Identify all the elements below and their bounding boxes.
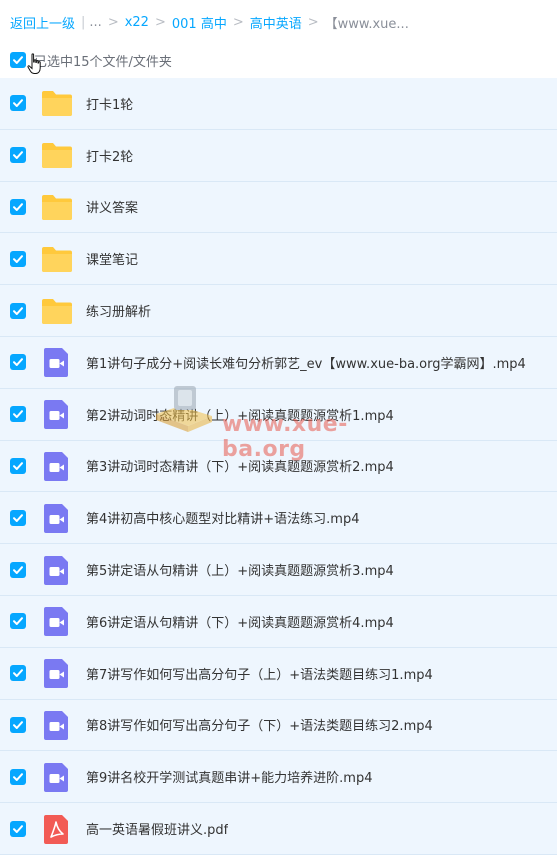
- row-checkbox[interactable]: [10, 147, 26, 164]
- folder-icon: [40, 86, 74, 120]
- breadcrumb-separator: >: [307, 14, 319, 30]
- check-icon: [13, 617, 23, 626]
- folder-icon: [40, 190, 74, 224]
- selection-count-label: 已选中15个文件/文件夹: [34, 54, 172, 70]
- check-icon: [13, 513, 23, 522]
- video-file-icon: [40, 397, 74, 431]
- breadcrumb-separator: >: [232, 14, 244, 30]
- file-row[interactable]: 打卡2轮: [0, 129, 557, 182]
- file-name[interactable]: 第5讲定语从句精讲（上）+阅读真题题源赏析3.mp4: [86, 560, 394, 579]
- check-icon: [13, 306, 23, 315]
- row-checkbox[interactable]: [10, 768, 26, 785]
- select-all-checkbox[interactable]: [10, 52, 26, 68]
- pdf-file-icon: [40, 812, 74, 846]
- file-name[interactable]: 第6讲定语从句精讲（下）+阅读真题题源赏析4.mp4: [86, 612, 394, 631]
- file-row[interactable]: 打卡1轮: [0, 78, 557, 130]
- check-icon: [13, 824, 23, 833]
- breadcrumb-item-x22[interactable]: x22: [125, 15, 149, 30]
- video-file-icon: [40, 656, 74, 690]
- folder-icon: [40, 294, 74, 328]
- video-file-icon: [40, 760, 74, 794]
- file-name[interactable]: 第2讲动词时态精讲（上）+阅读真题题源赏析1.mp4: [86, 405, 394, 424]
- file-name[interactable]: 讲义答案: [86, 197, 138, 216]
- check-icon: [13, 203, 23, 211]
- check-icon: [13, 772, 23, 781]
- video-file-icon: [40, 708, 74, 742]
- breadcrumb-item-current: 【www.xue...: [324, 16, 409, 32]
- row-checkbox[interactable]: [10, 509, 26, 526]
- row-checkbox[interactable]: [10, 354, 26, 371]
- file-row[interactable]: 第6讲定语从句精讲（下）+阅读真题题源赏析4.mp4: [0, 595, 557, 648]
- file-name[interactable]: 课堂笔记: [86, 249, 138, 268]
- video-file-icon: [40, 449, 74, 483]
- breadcrumb-separator: >: [154, 14, 166, 30]
- file-row[interactable]: 第7讲写作如何写出高分句子（上）+语法类题目练习1.mp4: [0, 647, 557, 700]
- check-icon: [13, 99, 23, 108]
- video-file-icon: [40, 553, 74, 587]
- row-checkbox[interactable]: [10, 820, 26, 837]
- file-row[interactable]: 第2讲动词时态精讲（上）+阅读真题题源赏析1.mp4: [0, 388, 557, 441]
- check-icon: [13, 565, 23, 574]
- video-file-icon: [40, 501, 74, 535]
- row-checkbox[interactable]: [10, 406, 26, 423]
- check-icon: [13, 358, 23, 367]
- file-row[interactable]: 第9讲名校开学测试真题串讲+能力培养进阶.mp4: [0, 751, 557, 804]
- file-row[interactable]: 第5讲定语从句精讲（上）+阅读真题题源赏析3.mp4: [0, 544, 557, 596]
- file-name[interactable]: 高一英语暑假班讲义.pdf: [86, 819, 228, 838]
- row-checkbox[interactable]: [10, 665, 26, 682]
- row-checkbox[interactable]: [10, 250, 26, 267]
- row-checkbox[interactable]: [10, 198, 26, 215]
- file-name[interactable]: 打卡2轮: [86, 146, 133, 165]
- row-checkbox[interactable]: [10, 302, 26, 319]
- row-checkbox[interactable]: [10, 613, 26, 630]
- selection-bar: 已选中15个文件/文件夹: [0, 44, 557, 76]
- breadcrumb-divider: |: [81, 14, 86, 30]
- file-name[interactable]: 第7讲写作如何写出高分句子（上）+语法类题目练习1.mp4: [86, 664, 433, 683]
- breadcrumb-item-english[interactable]: 高中英语: [250, 13, 302, 32]
- folder-icon: [40, 242, 74, 276]
- row-checkbox[interactable]: [10, 457, 26, 474]
- file-name[interactable]: 打卡1轮: [86, 94, 133, 113]
- hand-cursor-icon: [27, 53, 41, 74]
- file-row[interactable]: 第4讲初高中核心题型对比精讲+语法练习.mp4: [0, 492, 557, 545]
- breadcrumb-separator: >: [107, 14, 119, 30]
- file-list: 打卡1轮打卡2轮讲义答案课堂笔记练习册解析第1讲句子成分+阅读长难句分析郭艺_e…: [0, 78, 557, 855]
- file-name[interactable]: 第9讲名校开学测试真题串讲+能力培养进阶.mp4: [86, 767, 372, 786]
- file-name[interactable]: 练习册解析: [86, 301, 151, 320]
- file-row[interactable]: 第8讲写作如何写出高分句子（下）+语法类题目练习2.mp4: [0, 699, 557, 752]
- video-file-icon: [40, 604, 74, 638]
- check-icon: [13, 151, 23, 160]
- breadcrumb: 返回上一级 | ... > x22 > 001 高中 > 高中英语 > 【www…: [0, 0, 557, 44]
- file-name[interactable]: 第8讲写作如何写出高分句子（下）+语法类题目练习2.mp4: [86, 715, 433, 734]
- file-row[interactable]: 讲义答案: [0, 181, 557, 234]
- file-name[interactable]: 第3讲动词时态精讲（下）+阅读真题题源赏析2.mp4: [86, 456, 394, 475]
- video-file-icon: [40, 345, 74, 379]
- file-row[interactable]: 练习册解析: [0, 285, 557, 337]
- breadcrumb-item-highschool[interactable]: 001 高中: [172, 13, 227, 32]
- file-name[interactable]: 第1讲句子成分+阅读长难句分析郭艺_ev【www.xue-ba.org学霸网】.…: [86, 353, 526, 372]
- row-checkbox[interactable]: [10, 95, 26, 112]
- check-icon: [13, 254, 23, 263]
- check-icon: [13, 721, 23, 729]
- file-row[interactable]: 第3讲动词时态精讲（下）+阅读真题题源赏析2.mp4: [0, 440, 557, 493]
- check-icon: [13, 462, 23, 470]
- breadcrumb-ellipsis[interactable]: ...: [89, 15, 101, 30]
- check-icon: [13, 669, 23, 678]
- folder-icon: [40, 138, 74, 172]
- row-checkbox[interactable]: [10, 716, 26, 733]
- back-link[interactable]: 返回上一级: [10, 13, 75, 32]
- row-checkbox[interactable]: [10, 561, 26, 578]
- file-name[interactable]: 第4讲初高中核心题型对比精讲+语法练习.mp4: [86, 508, 359, 527]
- file-row[interactable]: 高一英语暑假班讲义.pdf: [0, 803, 557, 855]
- file-row[interactable]: 课堂笔记: [0, 233, 557, 286]
- check-icon: [13, 56, 23, 64]
- check-icon: [13, 410, 23, 419]
- file-row[interactable]: 第1讲句子成分+阅读长难句分析郭艺_ev【www.xue-ba.org学霸网】.…: [0, 336, 557, 389]
